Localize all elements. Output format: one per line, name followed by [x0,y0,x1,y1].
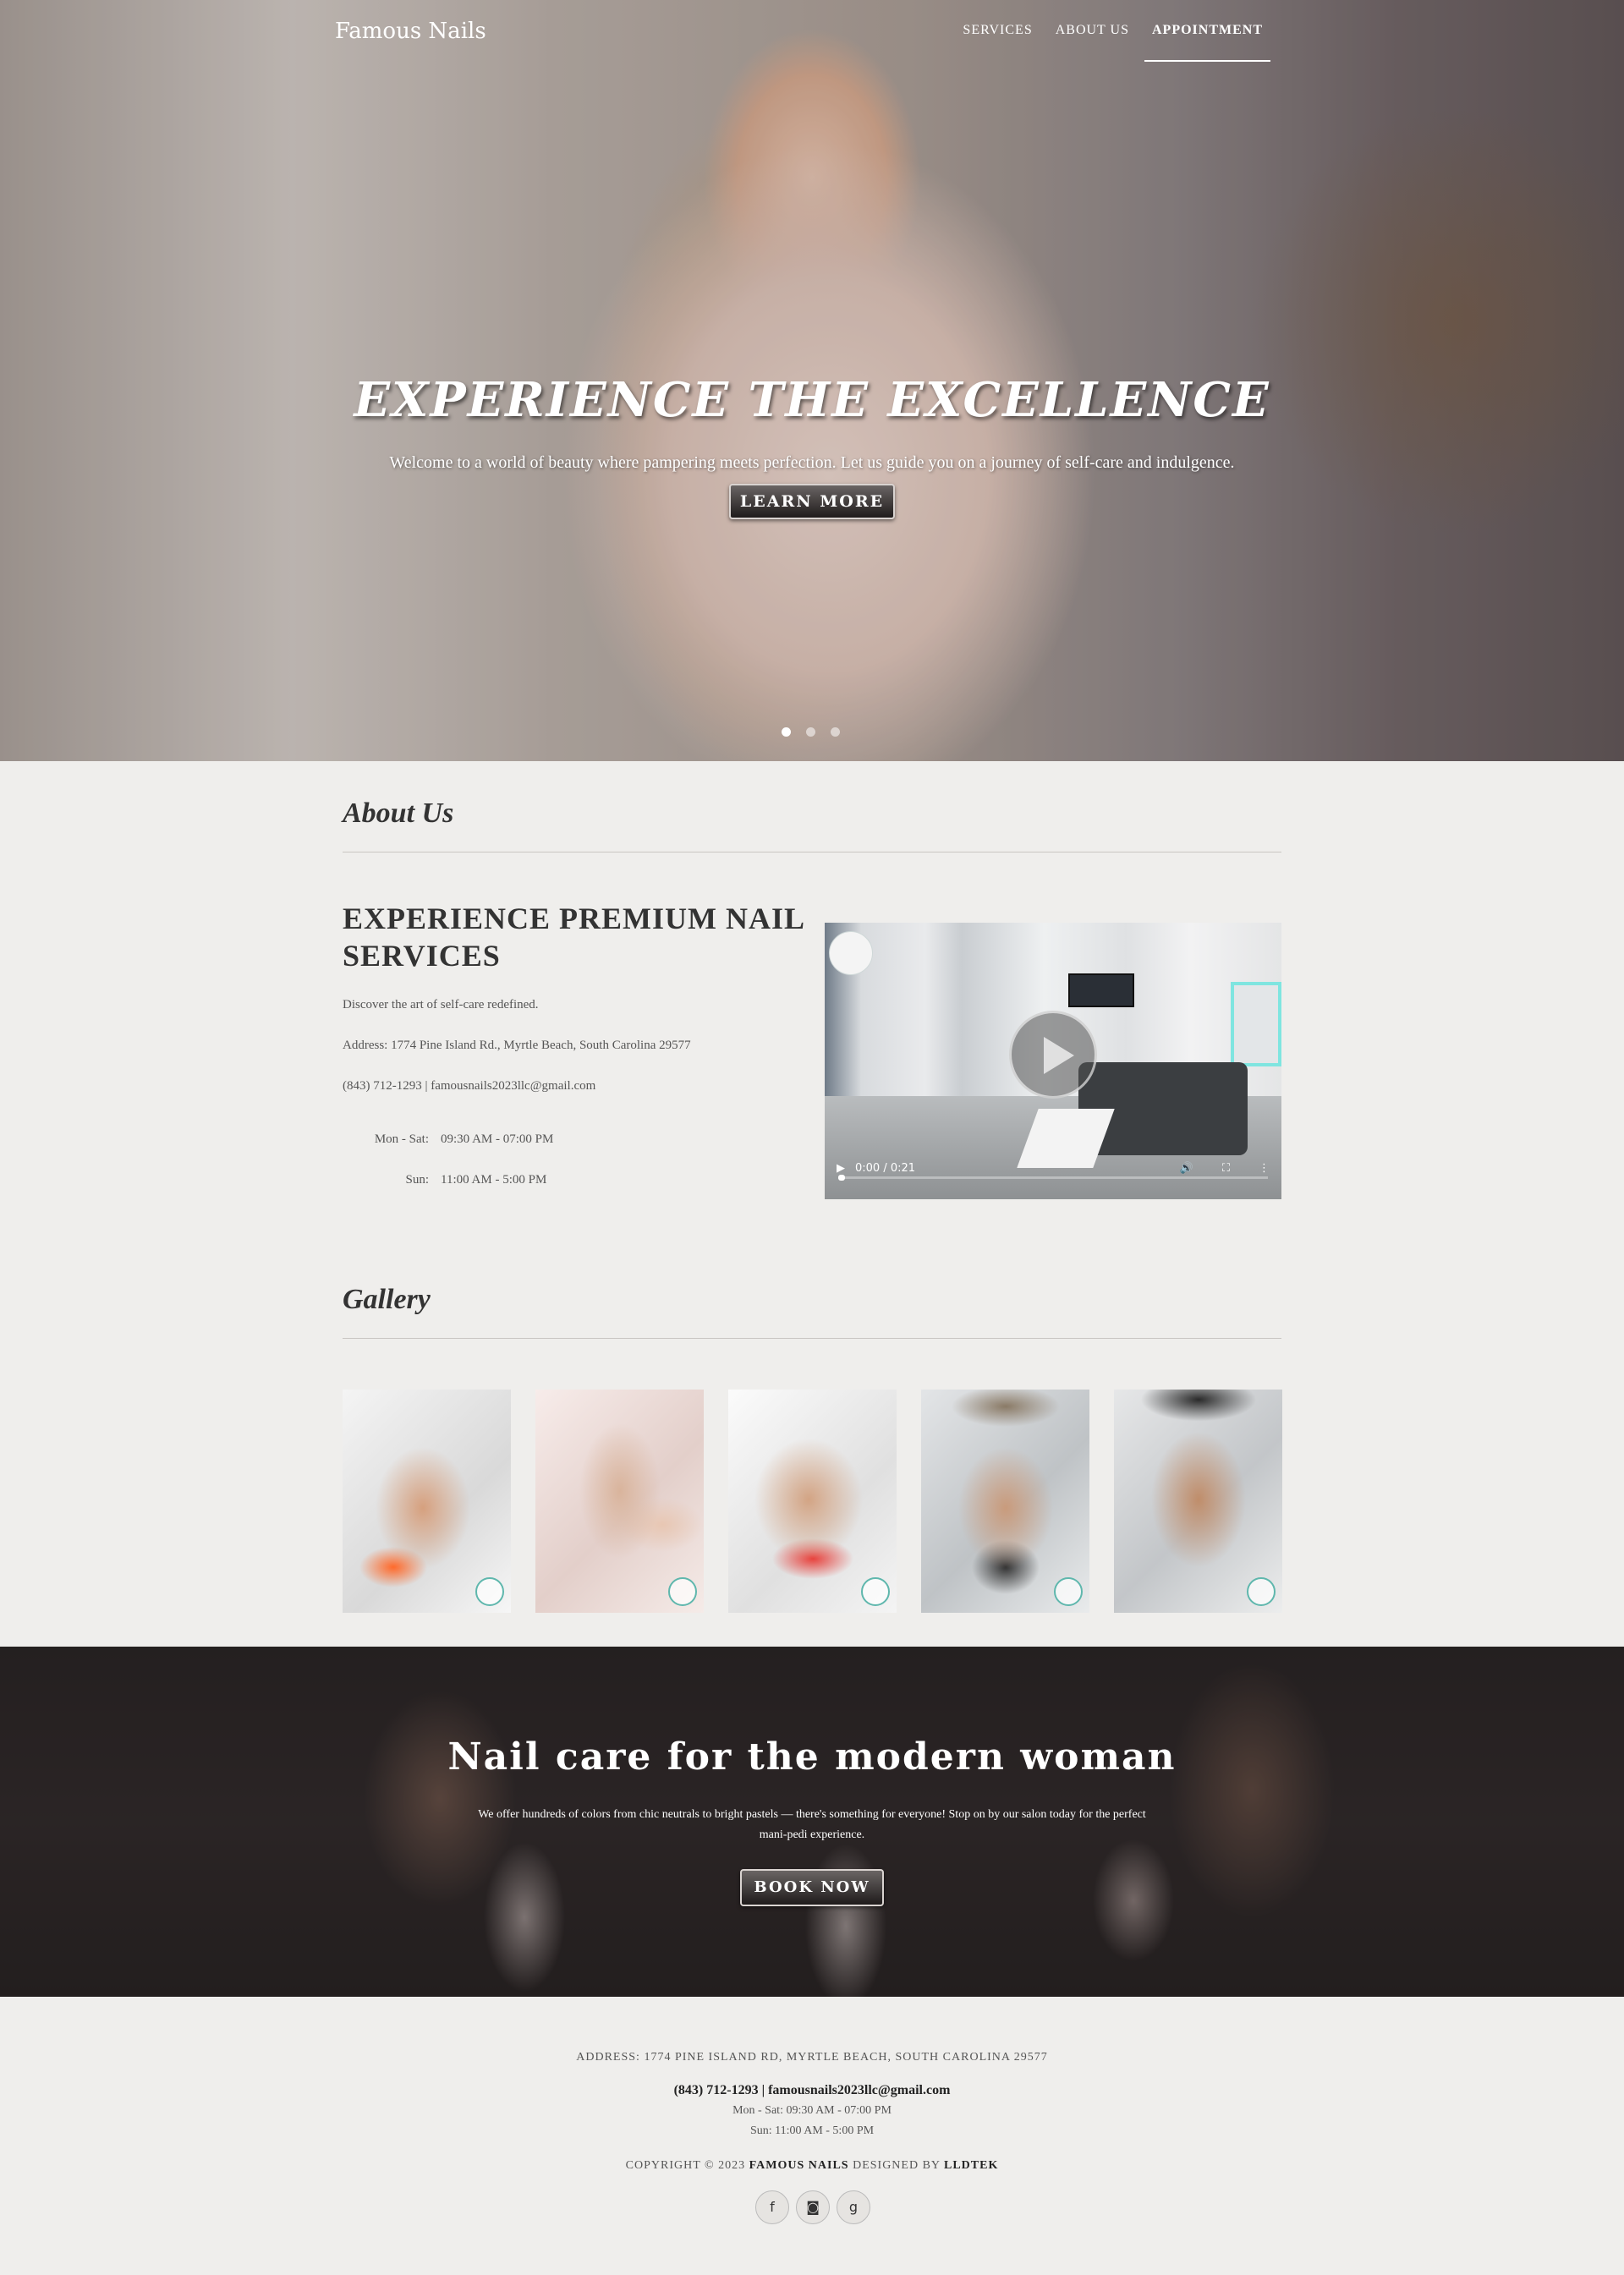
designer-link[interactable]: LLDTEK [944,2159,998,2172]
play-overlay-icon[interactable] [1009,1011,1097,1099]
salon-logo-icon [668,1577,697,1606]
footer-address: ADDRESS: 1774 PINE ISLAND RD, MYRTLE BEA… [576,2051,1048,2064]
nav-link-services[interactable]: SERVICES [955,23,1040,62]
hours-label-sunday: Sun: [405,1173,429,1187]
top-navigation: Famous Nails SERVICES ABOUT US APPOINTME… [0,0,1624,66]
banner-title: Nail care for the modern woman [447,1735,1177,1779]
nav-link-about-us[interactable]: ABOUT US [1048,23,1137,62]
gallery-photo-5[interactable] [1114,1390,1282,1613]
copyright-brand[interactable]: FAMOUS NAILS [749,2159,849,2172]
about-tagline: Discover the art of self-care redefined. [343,998,539,1011]
video-time: 0:00 / 0:21 [855,1161,916,1175]
video-right-controls: 🔊 ⛶ ⋮ [1180,1162,1270,1175]
instagram-icon[interactable]: ◙ [796,2190,830,2224]
google-plus-icon[interactable]: g [837,2190,870,2224]
about-address: Address: 1774 Pine Island Rd., Myrtle Be… [343,1039,691,1052]
banner-text: We offer hundreds of colors from chic ne… [478,1808,1146,1841]
gallery-photo-1[interactable] [343,1390,511,1613]
video-controls: ▶ 0:00 / 0:21 🔊 ⛶ ⋮ [825,1147,1281,1189]
salon-video-player[interactable]: ▶ 0:00 / 0:21 🔊 ⛶ ⋮ [825,923,1281,1199]
social-links: f ◙ g [755,2190,870,2224]
slider-dot-3[interactable] [831,727,840,737]
slider-dot-2[interactable] [806,727,815,737]
salon-logo-icon [1054,1577,1083,1606]
gallery-photo-2[interactable] [535,1390,704,1613]
footer-copyright: COPYRIGHT © 2023 FAMOUS NAILS DESIGNED B… [0,2159,1624,2173]
gallery-photo-3[interactable] [728,1390,897,1613]
video-tv [1068,973,1134,1007]
copyright-prefix: COPYRIGHT © 2023 [625,2159,746,2172]
facebook-icon[interactable]: f [755,2190,789,2224]
slider-dots [782,727,840,737]
hero-subtitle: Welcome to a world of beauty where pampe… [389,453,1235,472]
video-progress-bar[interactable] [838,1175,1268,1181]
salon-logo-icon [861,1577,890,1606]
learn-more-button[interactable]: LEARN MORE [729,484,895,519]
designed-by-label: DESIGNED BY [853,2159,941,2172]
about-section-title: About Us [343,798,454,829]
video-mirror [1231,982,1281,1066]
about-contact: (843) 712-1293 | famousnails2023llc@gmai… [343,1079,596,1093]
gallery-photo-4[interactable] [921,1390,1089,1613]
hero-title: EXPERIENCE THE EXCELLENCE [354,372,1270,428]
footer-hours-sunday: Sun: 11:00 AM - 5:00 PM [749,2124,875,2137]
hours-value-weekday: 09:30 AM - 07:00 PM [441,1132,554,1146]
nav-links: SERVICES ABOUT US APPOINTMENT [947,23,1270,62]
gallery-section-title: Gallery [343,1284,431,1315]
salon-logo-icon [475,1577,504,1606]
video-logo-watermark [829,931,873,975]
book-now-button[interactable]: BOOK NOW [740,1869,884,1906]
hours-value-sunday: 11:00 AM - 5:00 PM [441,1173,547,1187]
hours-label-weekday: Mon - Sat: [374,1132,429,1146]
about-heading: EXPERIENCE PREMIUM NAIL SERVICES [343,902,804,973]
footer-hours-weekday: Mon - Sat: 09:30 AM - 07:00 PM [732,2104,892,2117]
play-icon[interactable]: ▶ [837,1162,845,1175]
footer-contact[interactable]: (843) 712-1293 | famousnails2023llc@gmai… [0,2083,1624,2098]
more-options-icon[interactable]: ⋮ [1259,1162,1270,1175]
nav-link-appointment[interactable]: APPOINTMENT [1144,23,1270,62]
fullscreen-icon[interactable]: ⛶ [1222,1162,1230,1175]
salon-logo-icon [1247,1577,1276,1606]
slider-dot-1[interactable] [782,727,791,737]
gallery-divider [343,1338,1281,1339]
brand-logo-text[interactable]: Famous Nails [335,19,486,44]
volume-icon[interactable]: 🔊 [1180,1162,1193,1175]
